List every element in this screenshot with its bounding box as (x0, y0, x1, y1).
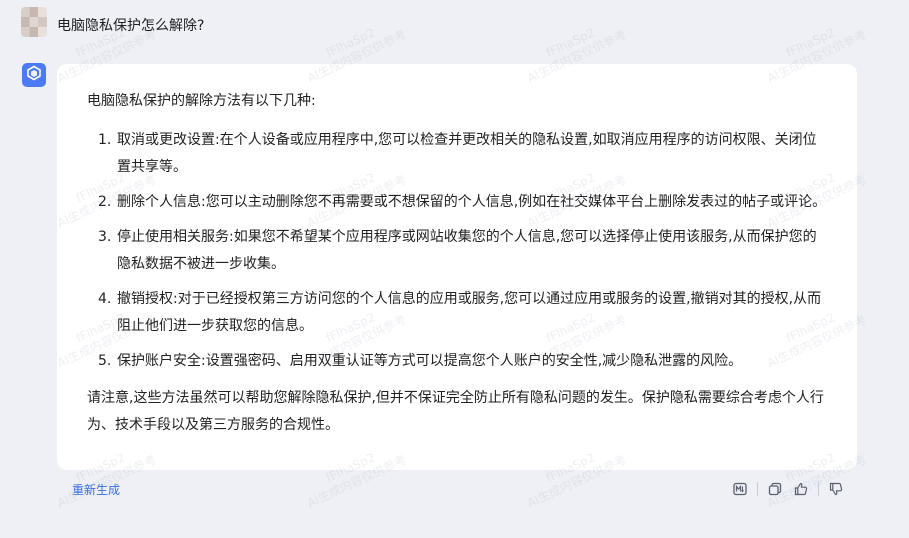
list-item-number: 4. (98, 291, 112, 307)
thumbs-down-icon[interactable] (827, 480, 845, 498)
list-item-text: 取消或更改设置:在个人设备或应用程序中,您可以检查并更改相关的隐私设置,如取消应… (117, 132, 817, 175)
list-item: 3. 停止使用相关服务:如果您不希望某个应用程序或网站收集您的个人信息,您可以选择… (87, 224, 827, 278)
list-item: 4. 撤销授权:对于已经授权第三方访问您的个人信息的应用或服务,您可以通过应用或服… (87, 286, 827, 340)
regenerate-button[interactable]: 重新生成 (72, 481, 120, 498)
list-item-text: 删除个人信息:您可以主动删除您不再需要或不想保留的个人信息,例如在社交媒体平台上… (117, 194, 827, 210)
list-item-text: 撤销授权:对于已经授权第三方访问您的个人信息的应用或服务,您可以通过应用或服务的… (117, 291, 822, 334)
copy-icon[interactable] (766, 480, 784, 498)
user-question: 电脑隐私保护怎么解除? (57, 18, 205, 34)
divider (757, 482, 758, 496)
list-item-number: 2. (98, 194, 112, 210)
markdown-icon[interactable] (731, 480, 749, 498)
bot-avatar (22, 63, 46, 87)
answer-card: 电脑隐私保护的解除方法有以下几种: 1. 取消或更改设置:在个人设备或应用程序中,… (57, 64, 857, 470)
list-item-number: 5. (98, 353, 112, 369)
action-bar (731, 480, 845, 498)
list-item-number: 1. (98, 132, 112, 148)
list-item: 5. 保护账户安全:设置强密码、启用双重认证等方式可以提高您个人账户的安全性,减少… (87, 348, 827, 375)
method-list: 1. 取消或更改设置:在个人设备或应用程序中,您可以检查并更改相关的隐私设置,如取… (87, 127, 827, 375)
answer-closing: 请注意,这些方法虽然可以帮助您解除隐私保护,但并不保证完全防止所有隐私问题的发生… (87, 390, 824, 433)
user-avatar (21, 7, 47, 37)
thumbs-up-icon[interactable] (792, 480, 810, 498)
list-item: 1. 取消或更改设置:在个人设备或应用程序中,您可以检查并更改相关的隐私设置,如取… (87, 127, 827, 181)
list-item: 2. 删除个人信息:您可以主动删除您不再需要或不想保留的个人信息,例如在社交媒体平… (87, 189, 827, 216)
list-item-number: 3. (98, 229, 112, 245)
list-item-text: 停止使用相关服务:如果您不希望某个应用程序或网站收集您的个人信息,您可以选择停止… (117, 229, 817, 272)
divider (818, 482, 819, 496)
list-item-text: 保护账户安全:设置强密码、启用双重认证等方式可以提高您个人账户的安全性,减少隐私… (117, 353, 743, 369)
answer-intro: 电脑隐私保护的解除方法有以下几种: (87, 93, 316, 109)
cube-logo-icon (26, 65, 42, 85)
